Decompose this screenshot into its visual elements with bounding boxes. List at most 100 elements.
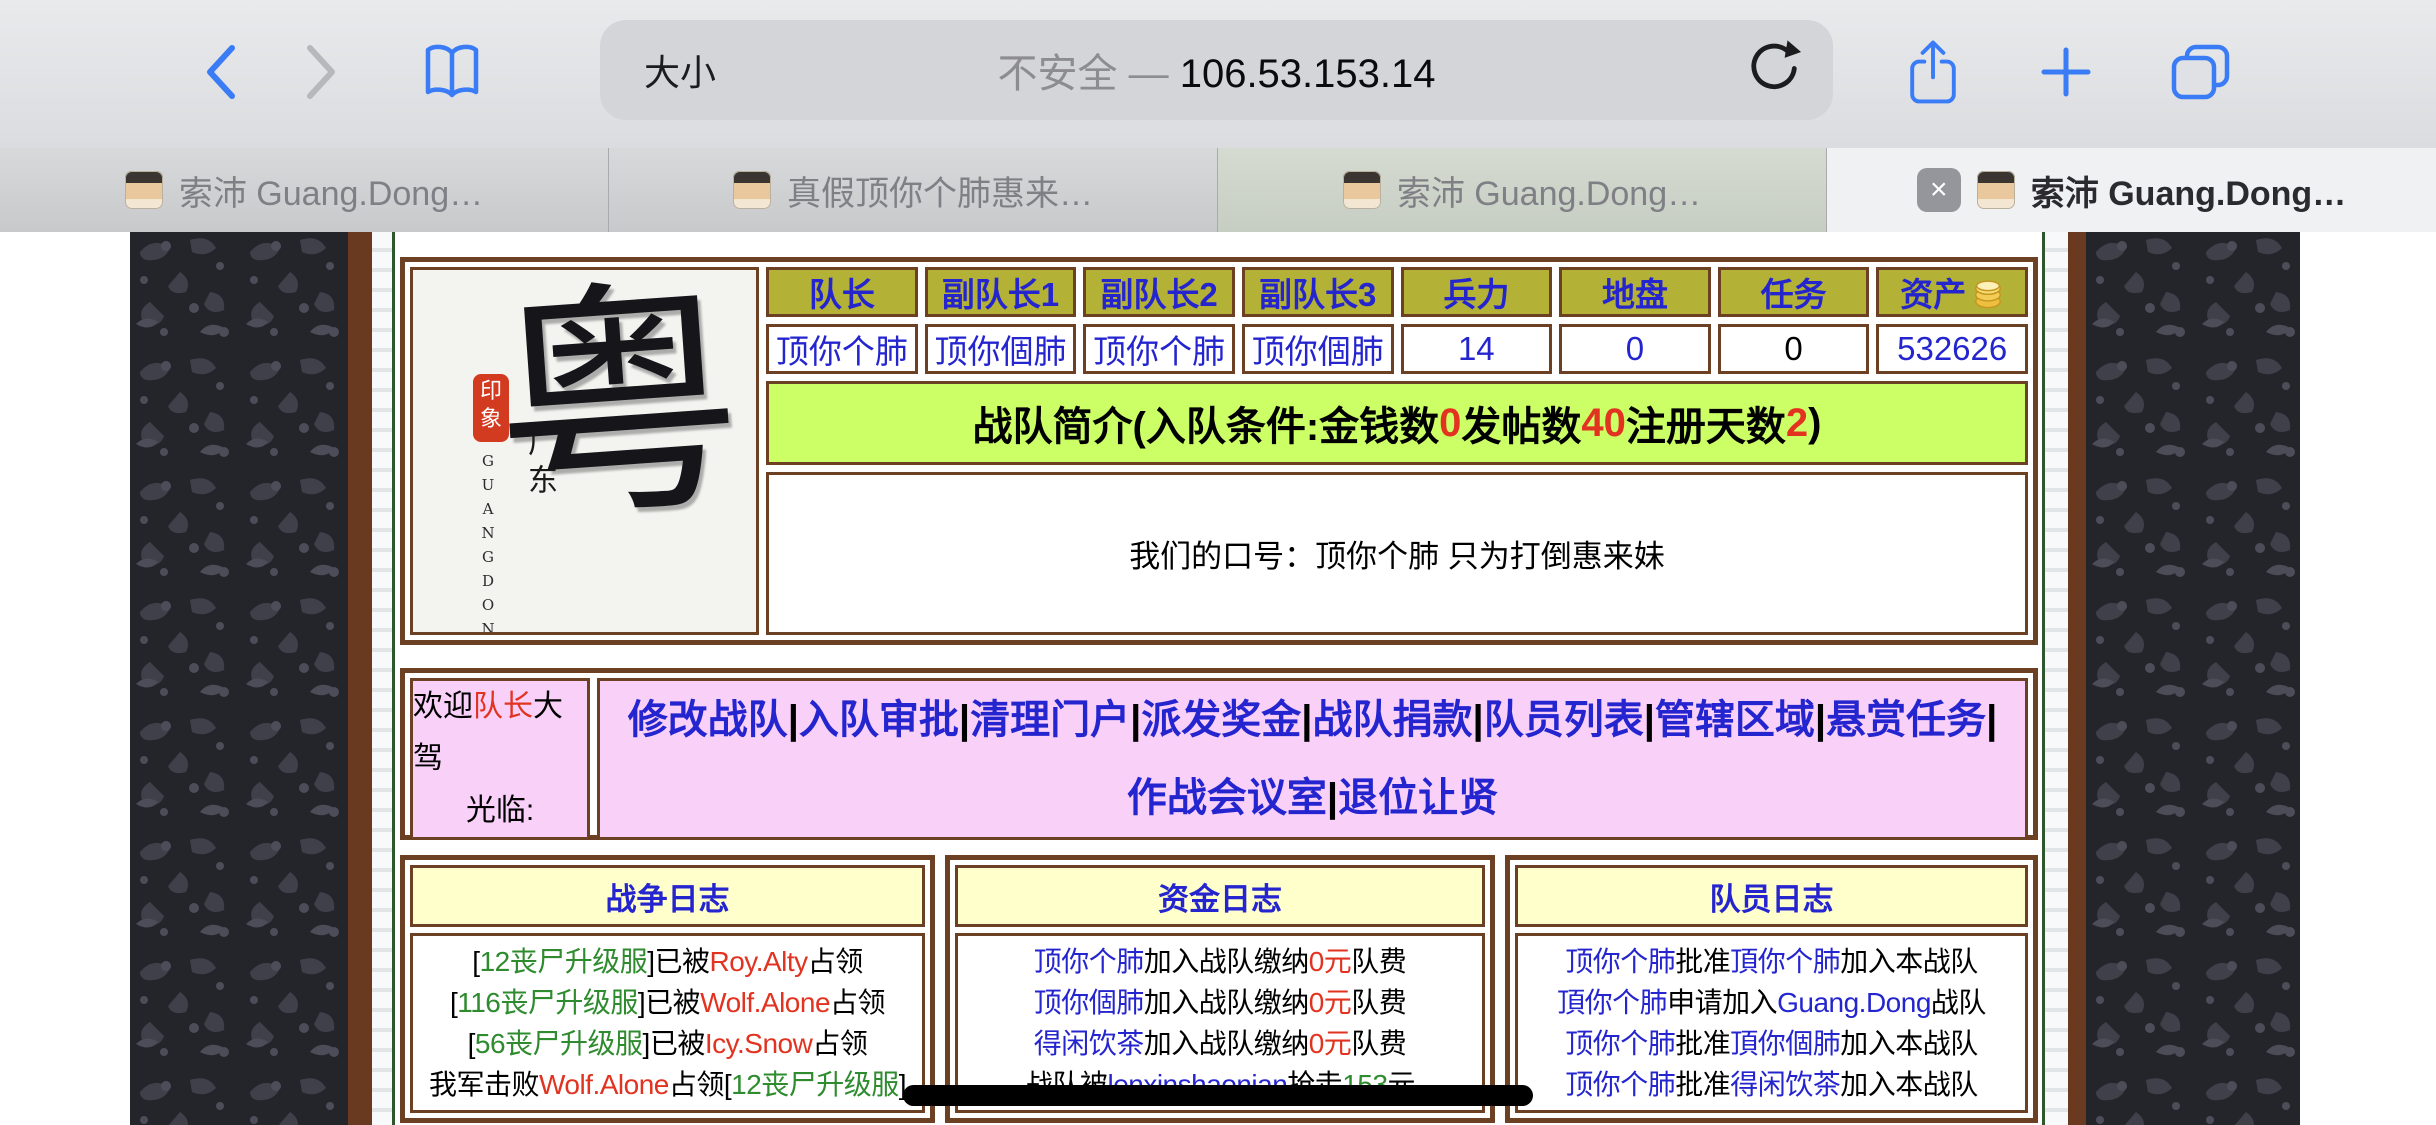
- log-row: 頂你個肺申请加入Guang.Dong战队: [1518, 1105, 2025, 1113]
- leader-header-row: 队长副队长1副队长2副队长3兵力地盘任务资产: [766, 267, 2028, 317]
- leader-header-cell: 副队长1: [925, 267, 1077, 317]
- tab-4-active[interactable]: × 索沛 Guang.Dong…: [1827, 148, 2436, 232]
- text-segment: 光临:: [466, 794, 534, 827]
- reload-button[interactable]: [1745, 39, 1803, 102]
- tab-overview-icon: [2170, 43, 2232, 106]
- log-link[interactable]: 得闲饮茶: [1034, 1028, 1144, 1059]
- tab-3[interactable]: 索沛 Guang.Dong…: [1218, 148, 1827, 232]
- leader-name-link[interactable]: 顶你个肺: [776, 325, 908, 373]
- tab-overview-button[interactable]: [2168, 0, 2234, 148]
- log-link[interactable]: 頂你个肺: [1557, 987, 1667, 1018]
- menu-separator: |: [959, 698, 970, 742]
- member-log-body: 顶你个肺批准頂你个肺加入本战队頂你个肺申请加入Guang.Dong战队顶你个肺批…: [1515, 933, 2028, 1113]
- log-link[interactable]: 顶你个肺: [1565, 1028, 1675, 1059]
- menu-link[interactable]: 修改战队: [628, 698, 788, 742]
- text-segment: Wolf.Alone: [700, 987, 830, 1018]
- leader-value-cell: 顶你個肺: [1242, 324, 1394, 374]
- back-button[interactable]: [196, 0, 246, 148]
- text-segment: [: [468, 1028, 475, 1059]
- welcome-message: 欢迎队长大驾 光临:: [410, 678, 590, 840]
- text-segment: 罚款: [1239, 1110, 1294, 1113]
- text-segment: 0元: [1309, 1028, 1352, 1059]
- log-link[interactable]: 得闲饮茶: [1730, 1069, 1840, 1100]
- leader-name-link[interactable]: 顶你个肺: [1093, 325, 1225, 373]
- menu-link[interactable]: 战队捐款: [1313, 698, 1473, 742]
- leader-name-link[interactable]: 顶你個肺: [1252, 325, 1384, 373]
- leader-header-cell: 副队长3: [1242, 267, 1394, 317]
- menu-link[interactable]: 作战会议室: [1127, 776, 1327, 820]
- menu-link[interactable]: 退位让贤: [1338, 776, 1498, 820]
- text-segment: 战队: [1931, 987, 1986, 1018]
- tab-1[interactable]: 索沛 Guang.Dong…: [0, 148, 609, 232]
- menu-link[interactable]: 清理门户: [970, 698, 1130, 742]
- leader-name-link[interactable]: 顶你個肺: [934, 325, 1066, 373]
- text-segment: 占领: [812, 1028, 867, 1059]
- log-link[interactable]: 无我: [1184, 1110, 1239, 1113]
- address-bar[interactable]: 大小 不安全 — 106.53.153.14: [600, 20, 1833, 120]
- log-link[interactable]: Guang.Dong: [1777, 1110, 1931, 1113]
- log-link[interactable]: 頂你个肺: [1730, 946, 1840, 977]
- logo-character: 粤: [485, 268, 751, 545]
- home-indicator[interactable]: [903, 1085, 1533, 1106]
- team-info-table: 印象 广东 GUANGDONG 粤 队长副队长1副队长2副队长3兵力地盘任务资产…: [400, 257, 2038, 645]
- leader-value-cell: 0: [1559, 324, 1711, 374]
- leader-header-cell: 地盘: [1559, 267, 1711, 317]
- log-link[interactable]: 顶你個肺: [1034, 987, 1144, 1018]
- leader-header-cell: 队长: [766, 267, 918, 317]
- forward-icon: [304, 42, 338, 107]
- menu-link[interactable]: 管辖区域: [1655, 698, 1815, 742]
- welcome-line-2: 光临:: [466, 785, 534, 837]
- log-row: 顶你个肺加入战队缴纳0元队费: [958, 941, 1482, 982]
- menu-link[interactable]: 入队审批: [799, 698, 959, 742]
- log-link[interactable]: 頂你個肺: [1730, 1028, 1840, 1059]
- menu-separator: |: [1986, 698, 1997, 742]
- new-tab-button[interactable]: [2036, 0, 2096, 148]
- tab-close-button[interactable]: ×: [1917, 168, 1961, 212]
- text-segment: 欢迎: [413, 690, 473, 723]
- log-link[interactable]: 顶你个肺: [1034, 946, 1144, 977]
- text-segment: 战队: [1931, 1110, 1986, 1113]
- leader-header-cell: 资产: [1876, 267, 2028, 317]
- text-segment: 队费: [1351, 946, 1406, 977]
- team-intro-banner: 战队简介(入队条件:金钱数0 发帖数40 注册天数2): [766, 381, 2028, 465]
- log-link[interactable]: 得闲饮茶: [474, 1110, 584, 1113]
- menu-link[interactable]: 悬赏任务: [1826, 698, 1986, 742]
- right-ridge-strip: [2045, 232, 2068, 1125]
- war-log-body: [12丧尸升级服]已被Roy.Alty占领[116丧尸升级服]已被Wolf.Al…: [410, 933, 925, 1113]
- text-segment: 我军击败: [429, 1069, 539, 1100]
- log-row: 抓获小偷无我罚款357元: [958, 1105, 1482, 1113]
- log-link[interactable]: 頂你個肺: [1557, 1110, 1667, 1113]
- menu-link[interactable]: 派发奖金: [1141, 698, 1301, 742]
- text-segment: 加入战队缴纳: [1144, 946, 1309, 977]
- forward-button[interactable]: [296, 0, 346, 148]
- right-damask-pattern: [2086, 232, 2300, 1125]
- leader-header-label: 副队长2: [1100, 268, 1217, 316]
- reload-icon: [1745, 39, 1803, 97]
- text-segment: 2: [1786, 401, 1808, 446]
- bookmarks-button[interactable]: [422, 0, 482, 148]
- share-button[interactable]: [1903, 0, 1963, 148]
- log-link[interactable]: Guang.Dong: [1777, 987, 1931, 1018]
- logo-region-en: GUANGDONG: [479, 452, 497, 635]
- text-segment: 批准: [1675, 946, 1730, 977]
- tab-2[interactable]: 真假顶你个肺惠来…: [609, 148, 1218, 232]
- leader-header-label: 队长: [809, 268, 875, 316]
- log-link[interactable]: 顶你个肺: [1565, 1069, 1675, 1100]
- left-brown-strip: [348, 232, 372, 1125]
- log-row: 顶你个肺批准頂你個肺加入本战队: [1518, 1023, 2025, 1064]
- log-link[interactable]: 顶你个肺: [1565, 946, 1675, 977]
- welcome-table: 欢迎队长大驾 光临: 修改战队|入队审批|清理门户|派发奖金|战队捐款|队员列表…: [400, 668, 2038, 840]
- menu-link[interactable]: 队员列表: [1484, 698, 1644, 742]
- security-label: 不安全: [997, 52, 1117, 96]
- left-damask-pattern: [130, 232, 348, 1125]
- funds-log-title: 资金日志: [955, 865, 1485, 927]
- text-segment: ]已被: [647, 946, 709, 977]
- leader-header-cell: 兵力: [1401, 267, 1553, 317]
- team-favicon: [125, 171, 163, 209]
- text-segment: 46: [804, 1110, 834, 1113]
- member-log-table: 队员日志 顶你个肺批准頂你个肺加入本战队頂你个肺申请加入Guang.Dong战队…: [1505, 855, 2038, 1123]
- leader-value: 0: [1626, 330, 1644, 368]
- screen: 大小 不安全 — 106.53.153.14 索沛 Guang.Dong…: [0, 0, 2436, 1125]
- text-segment: 0: [1439, 401, 1461, 446]
- menu-separator: |: [1301, 698, 1312, 742]
